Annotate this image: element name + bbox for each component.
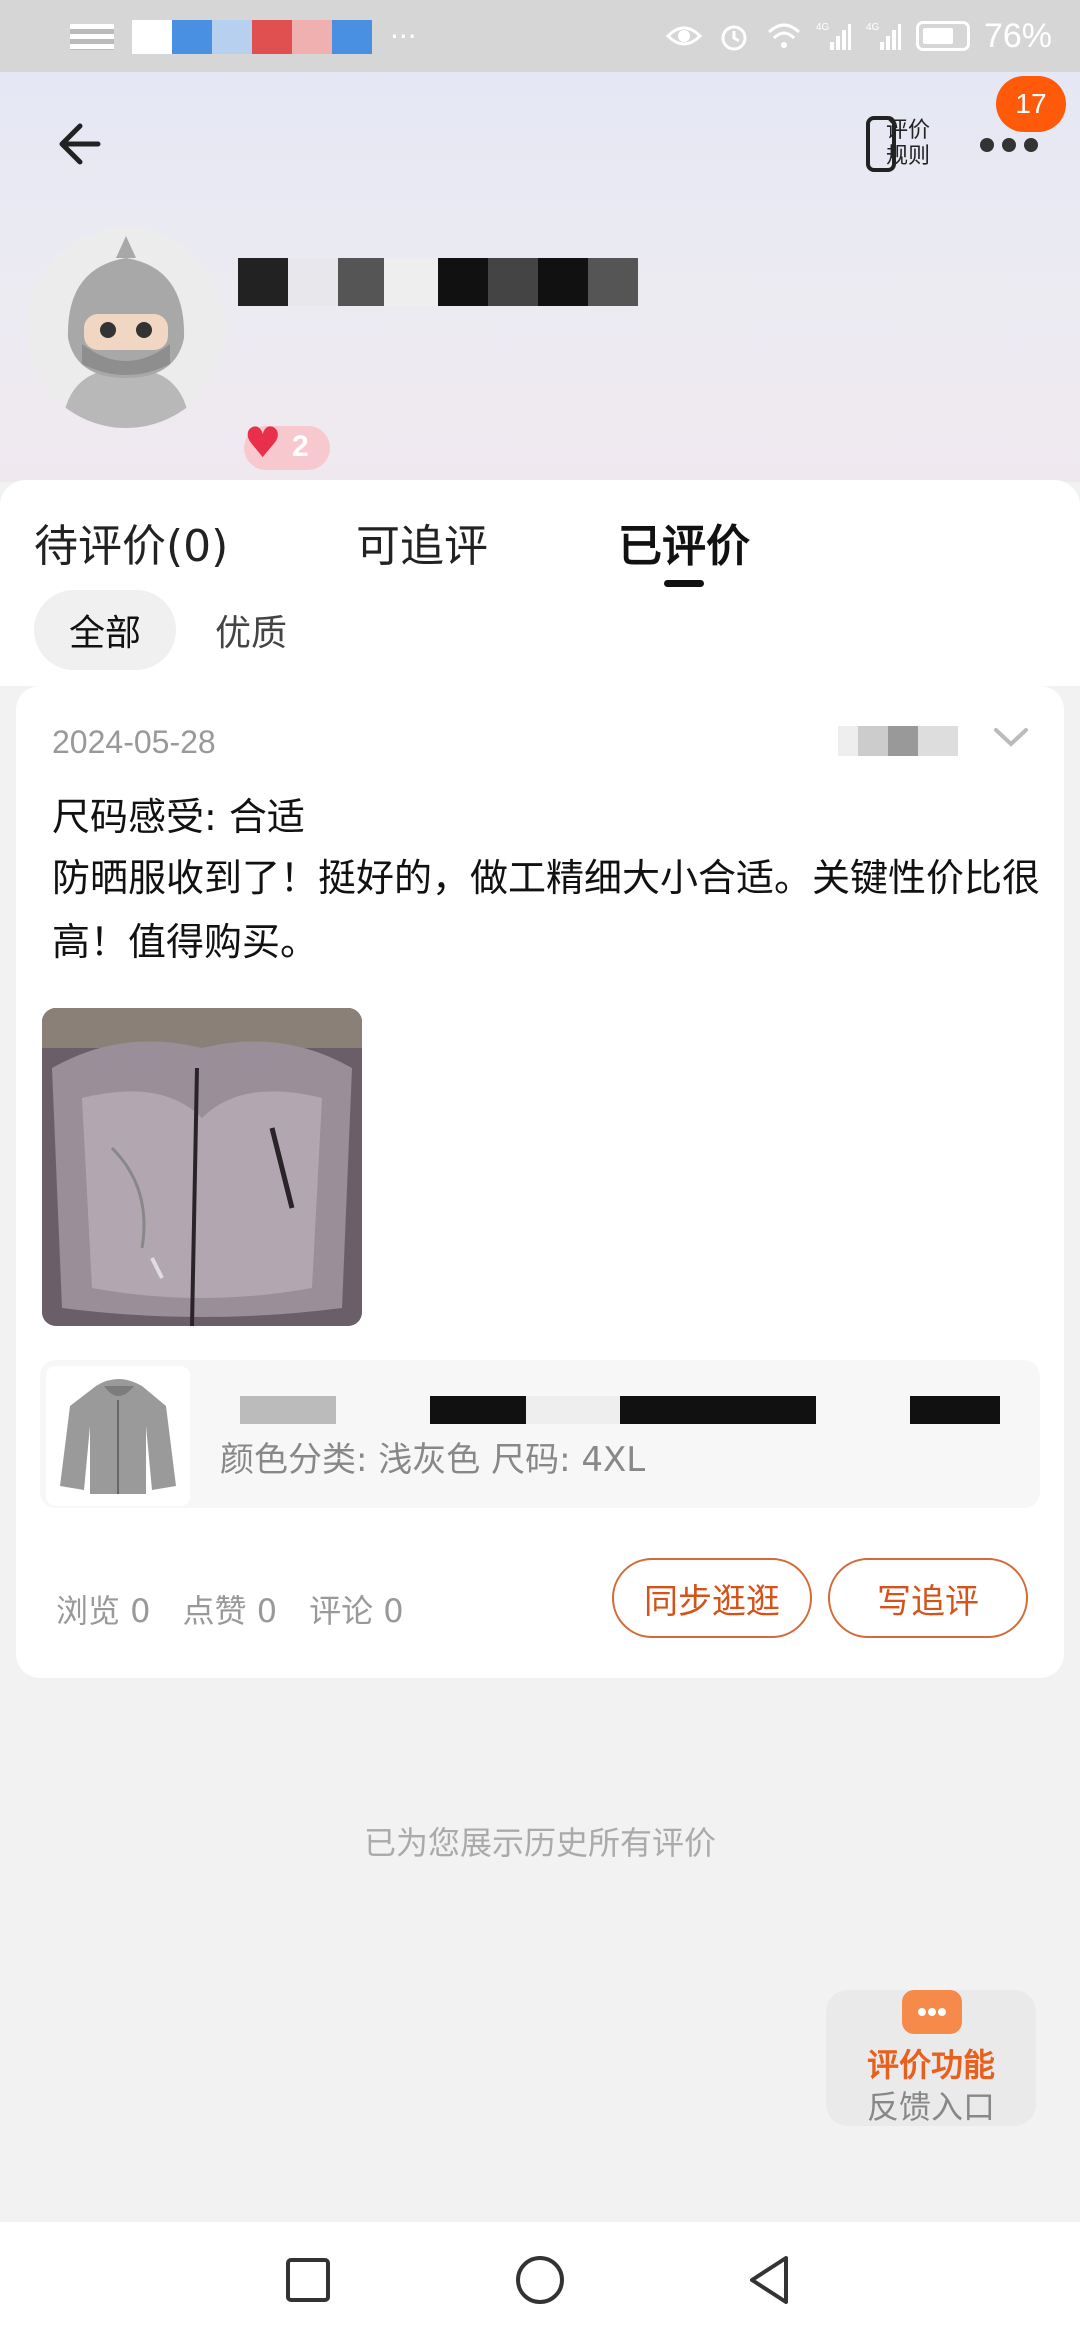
alarm-icon [721,25,747,51]
product-info[interactable]: 颜色分类: 浅灰色 尺码: 4XL [40,1360,1040,1508]
end-of-list-note: 已为您展示历史所有评价 [363,1824,716,1862]
review-text: 防晒服收到了！挺好的，做工精细大小合适。关键性价比很高！值得购买。 [52,856,1041,964]
tab-pending[interactable]: 待评价(0) [34,510,228,574]
write-follow-up-button[interactable]: 写追评 [828,1558,1028,1638]
like-badge: ♥ 2 [244,422,330,470]
notification-badge: 17 [996,76,1066,132]
battery-icon [915,21,970,51]
arrow-left-icon[interactable] [48,108,120,180]
filter-quality[interactable]: 优质 [196,590,306,670]
avatar[interactable] [26,228,226,428]
chat-bubble-icon [902,1990,962,2034]
tab-follow-up[interactable]: 可追评 [356,510,488,574]
comments-count: 评论 0 [309,1592,404,1630]
filter-all[interactable]: 全部 [34,590,176,670]
review-stats: 浏览 0 点赞 0 评论 0 [56,1586,404,1632]
more-notifications-icon: ··· [390,20,417,53]
system-nav-bar [0,2222,1080,2340]
avatar-image [26,228,226,428]
wifi-icon [767,23,800,48]
likes-count: 点赞 0 [182,1592,278,1630]
redacted-product-title [240,1396,1000,1424]
signal-icon: 4G [816,22,851,50]
product-thumbnail [46,1366,190,1506]
sync-browse-button[interactable]: 同步逛逛 [612,1558,812,1638]
tabs-panel: 待评价(0) 可追评 已评价 全部 优质 [0,480,1080,686]
redacted-username [238,258,638,306]
home-icon[interactable] [510,2250,570,2310]
size-feel: 尺码感受: 合适 [52,795,305,839]
status-bar: ··· 4G 4G 76% [0,0,1080,72]
signal-icon: 4G [866,22,901,50]
feedback-entry-button[interactable]: 评价功能 反馈入口 [826,1990,1036,2126]
review-card: 2024-05-28 尺码感受: 合适 防晒服收到了！挺好的，做工精细大小合适。… [16,686,1064,1678]
back-nav-icon[interactable] [740,2250,800,2310]
notification-icon [70,24,114,50]
tab-reviewed[interactable]: 已评价 [618,510,750,574]
svg-text:4G: 4G [866,22,880,33]
feedback-label-line2: 反馈入口 [866,2088,995,2126]
feedback-label-line1: 评价功能 [866,2046,995,2084]
active-tab-indicator [664,580,704,587]
rules-label-line1: 评价 [886,118,931,143]
views-count: 浏览 0 [56,1592,151,1630]
redacted-label [838,726,958,756]
rules-label-line2: 规则 [886,144,931,169]
recent-apps-icon[interactable] [278,2250,338,2310]
review-photo[interactable] [42,1008,362,1326]
review-date: 2024-05-28 [52,724,216,760]
product-spec: 颜色分类: 浅灰色 尺码: 4XL [220,1440,646,1480]
rules-button[interactable]: 评价 规则 [862,108,938,180]
eye-icon [665,26,702,46]
chevron-down-icon[interactable] [988,714,1034,760]
battery-percent: 76% [983,16,1052,55]
jacket-photo-image [42,1008,362,1326]
redacted-notifications [132,20,372,54]
like-count: 2 [292,430,309,463]
profile-header: 评价 规则 17 ♥ 2 [0,72,1080,482]
heart-icon: ♥ [244,418,282,467]
svg-text:4G: 4G [816,22,830,33]
